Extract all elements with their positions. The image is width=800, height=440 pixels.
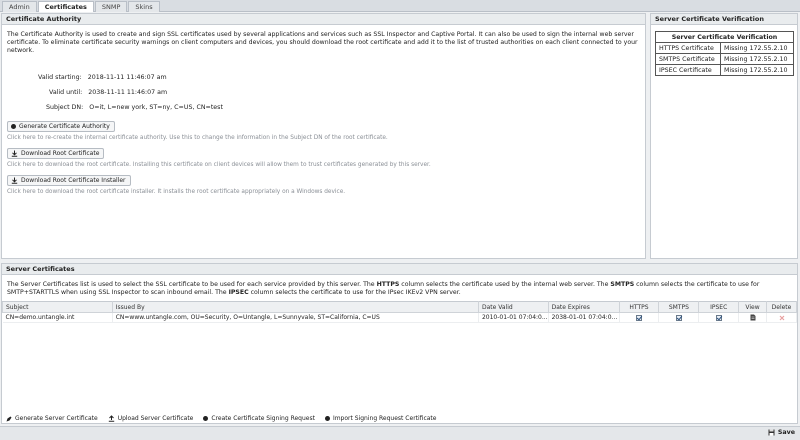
gear-icon — [203, 416, 209, 421]
intro-https: HTTPS — [376, 281, 400, 288]
upload-icon — [108, 415, 114, 422]
valid-starting-row: Valid starting: 2018-11-11 11:46:07 am — [38, 74, 167, 81]
subject-dn-label: Subject DN: — [46, 104, 84, 111]
download-root-certificate-installer-button[interactable]: Download Root Certificate Installer — [7, 175, 131, 186]
certificate-authority-intro: The Certificate Authority is used to cre… — [7, 31, 638, 54]
cert-date-expires: 2038-01-01 07:04:0... — [548, 312, 620, 323]
save-button[interactable]: Save — [768, 429, 795, 436]
server-certificates-title: Server Certificates — [2, 264, 797, 275]
generate-certificate-authority-hint: Click here to re-create the internal cer… — [7, 135, 388, 141]
valid-until-row: Valid until: 2038-11-11 11:46:07 am — [49, 89, 167, 96]
bottom-bar: Save — [0, 426, 800, 440]
floppy-disk-icon — [768, 429, 775, 436]
server-certificate-verification-panel: Server Certificate Verification Server C… — [650, 13, 798, 259]
server-certificate-verification-title: Server Certificate Verification — [651, 14, 797, 25]
column-header-delete[interactable]: Delete — [766, 301, 797, 313]
create-csr-label: Create Certificate Signing Request — [211, 415, 315, 422]
valid-until-value: 2038-11-11 11:46:07 am — [88, 89, 168, 96]
valid-until-label: Valid until: — [49, 89, 83, 96]
import-signing-request-certificate-button[interactable]: Import Signing Request Certificate — [324, 415, 437, 422]
verification-cert-name: HTTPS Certificate — [655, 42, 721, 54]
download-icon — [11, 150, 18, 157]
view-cell — [738, 312, 767, 323]
column-header-issued-by[interactable]: Issued By — [111, 301, 479, 313]
generate-certificate-authority-button[interactable]: Generate Certificate Authority — [7, 121, 115, 132]
upload-server-certificate-label: Upload Server Certificate — [117, 415, 194, 422]
tab-admin[interactable]: Admin — [2, 1, 37, 12]
subject-dn-row: Subject DN: O=it, L=new york, ST=ny, C=U… — [46, 104, 223, 111]
download-root-certificate-hint: Click here to download the root certific… — [7, 162, 431, 168]
gear-icon — [324, 416, 330, 421]
server-certificates-grid: Subject Issued By Date Valid Date Expire… — [2, 301, 797, 323]
download-root-certificate-label: Download Root Certificate — [21, 150, 100, 157]
verification-row: IPSEC Certificate Missing 172.55.2.10 — [655, 64, 795, 76]
verification-cert-status: Missing 172.55.2.10 — [719, 42, 795, 54]
verification-cert-name: SMTPS Certificate — [655, 53, 721, 65]
table-row[interactable]: CN=demo.untangle.int CN=www.untangle.com… — [2, 312, 797, 323]
tab-skins[interactable]: Skins — [128, 1, 160, 12]
cert-subject: CN=demo.untangle.int — [2, 312, 113, 323]
tab-strip: Admin Certificates SNMP Skins — [0, 0, 800, 12]
column-header-smtps[interactable]: SMTPS — [658, 301, 700, 313]
verification-cert-status: Missing 172.55.2.10 — [719, 64, 795, 76]
intro-text: column selects the certificate used by t… — [399, 281, 611, 288]
server-certificates-intro: The Server Certificates list is used to … — [7, 281, 793, 297]
subject-dn-value: O=it, L=new york, ST=ny, C=US, CN=test — [89, 104, 223, 111]
grid-header: Subject Issued By Date Valid Date Expire… — [2, 301, 797, 313]
ipsec-checkbox[interactable] — [715, 314, 722, 321]
cert-issued-by: CN=www.untangle.com, OU=Security, O=Unta… — [112, 312, 479, 323]
column-header-date-expires[interactable]: Date Expires — [547, 301, 620, 313]
verification-table-title: Server Certificate Verification — [655, 31, 794, 43]
https-checkbox[interactable] — [636, 314, 643, 321]
save-label: Save — [777, 429, 795, 436]
upload-server-certificate-button[interactable]: Upload Server Certificate — [108, 415, 194, 422]
column-header-subject[interactable]: Subject — [2, 301, 113, 313]
delete-icon[interactable] — [779, 315, 785, 321]
column-header-ipsec[interactable]: IPSEC — [698, 301, 740, 313]
generate-server-certificate-label: Generate Server Certificate — [15, 415, 98, 422]
download-icon — [11, 177, 18, 184]
intro-ipsec: IPSEC — [228, 289, 249, 296]
download-root-certificate-button[interactable]: Download Root Certificate — [7, 148, 105, 159]
tab-certificates[interactable]: Certificates — [37, 1, 94, 12]
delete-cell — [766, 312, 797, 323]
intro-text: The Server Certificates list is used to … — [7, 281, 377, 288]
tab-snmp[interactable]: SNMP — [94, 1, 128, 12]
column-header-https[interactable]: HTTPS — [618, 301, 660, 313]
smtps-checkbox[interactable] — [675, 314, 682, 321]
verification-row: HTTPS Certificate Missing 172.55.2.10 — [655, 42, 795, 54]
view-document-icon[interactable] — [750, 314, 756, 321]
certificate-authority-panel: Certificate Authority The Certificate Au… — [1, 13, 646, 259]
https-checkbox-cell — [619, 312, 660, 323]
server-certificates-panel: Server Certificates The Server Certifica… — [1, 263, 798, 424]
verification-row: SMTPS Certificate Missing 172.55.2.10 — [655, 53, 795, 65]
gear-icon — [11, 124, 16, 129]
column-header-view[interactable]: View — [738, 301, 767, 313]
download-root-certificate-installer-hint: Click here to download the root certific… — [7, 189, 346, 195]
intro-smtps: SMTPS — [610, 281, 635, 288]
ipsec-checkbox-cell — [698, 312, 740, 323]
generate-certificate-authority-label: Generate Certificate Authority — [19, 123, 110, 130]
import-signing-request-certificate-label: Import Signing Request Certificate — [332, 415, 437, 422]
generate-server-certificate-button[interactable]: Generate Server Certificate — [6, 415, 98, 422]
server-certificates-toolbar: Generate Server Certificate Upload Serve… — [2, 413, 797, 424]
smtps-checkbox-cell — [658, 312, 700, 323]
valid-starting-value: 2018-11-11 11:46:07 am — [87, 74, 167, 81]
pencil-icon — [6, 416, 12, 421]
intro-text: column selects the certificate to use fo… — [248, 289, 461, 296]
download-root-certificate-installer-label: Download Root Certificate Installer — [21, 177, 126, 184]
valid-starting-label: Valid starting: — [38, 74, 82, 81]
verification-cert-status: Missing 172.55.2.10 — [719, 53, 795, 65]
create-csr-button[interactable]: Create Certificate Signing Request — [203, 415, 315, 422]
column-header-date-valid[interactable]: Date Valid — [477, 301, 549, 313]
verification-table: Server Certificate Verification HTTPS Ce… — [655, 31, 795, 76]
verification-cert-name: IPSEC Certificate — [655, 64, 721, 76]
certificate-authority-title: Certificate Authority — [2, 14, 645, 25]
cert-date-valid: 2010-01-01 07:04:0... — [478, 312, 549, 323]
